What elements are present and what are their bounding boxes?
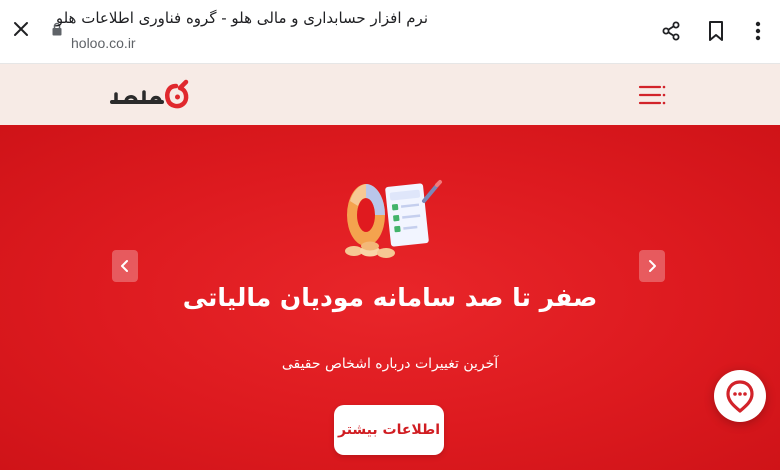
hero-banner: صفر تا صد سامانه مودیان مالیاتی آخرین تغ… xyxy=(0,125,780,470)
holoo-logo[interactable] xyxy=(108,78,194,112)
more-vertical-icon xyxy=(755,21,761,41)
hero-title: صفر تا صد سامانه مودیان مالیاتی xyxy=(182,283,598,312)
tax-report-illustration xyxy=(345,180,442,258)
chat-icon xyxy=(726,380,754,413)
bookmark-icon xyxy=(709,21,723,41)
hero-subtitle: آخرین تغییرات درباره اشخاص حقیقی xyxy=(281,356,499,372)
more-info-button[interactable]: اطلاعات بیشتر xyxy=(334,405,444,455)
carousel-next-button[interactable] xyxy=(639,250,665,282)
site-header xyxy=(0,64,780,125)
menu-button[interactable] xyxy=(636,81,668,109)
more-options-button[interactable] xyxy=(744,16,772,46)
browser-toolbar: نرم افزار حسابداری و مالی هلو - گروه فنا… xyxy=(0,0,780,64)
chevron-left-icon xyxy=(121,260,128,272)
close-button[interactable] xyxy=(8,16,34,42)
share-button[interactable] xyxy=(657,16,685,46)
carousel-prev-button[interactable] xyxy=(112,250,138,282)
share-icon xyxy=(662,21,680,41)
page-url[interactable]: holoo.co.ir xyxy=(71,35,136,51)
close-icon xyxy=(14,22,28,36)
chevron-right-icon xyxy=(649,260,656,272)
chat-button[interactable] xyxy=(714,370,766,422)
page-title: نرم افزار حسابداری و مالی هلو - گروه فنا… xyxy=(55,9,428,27)
bookmark-button[interactable] xyxy=(702,16,730,46)
menu-icon xyxy=(638,85,666,105)
